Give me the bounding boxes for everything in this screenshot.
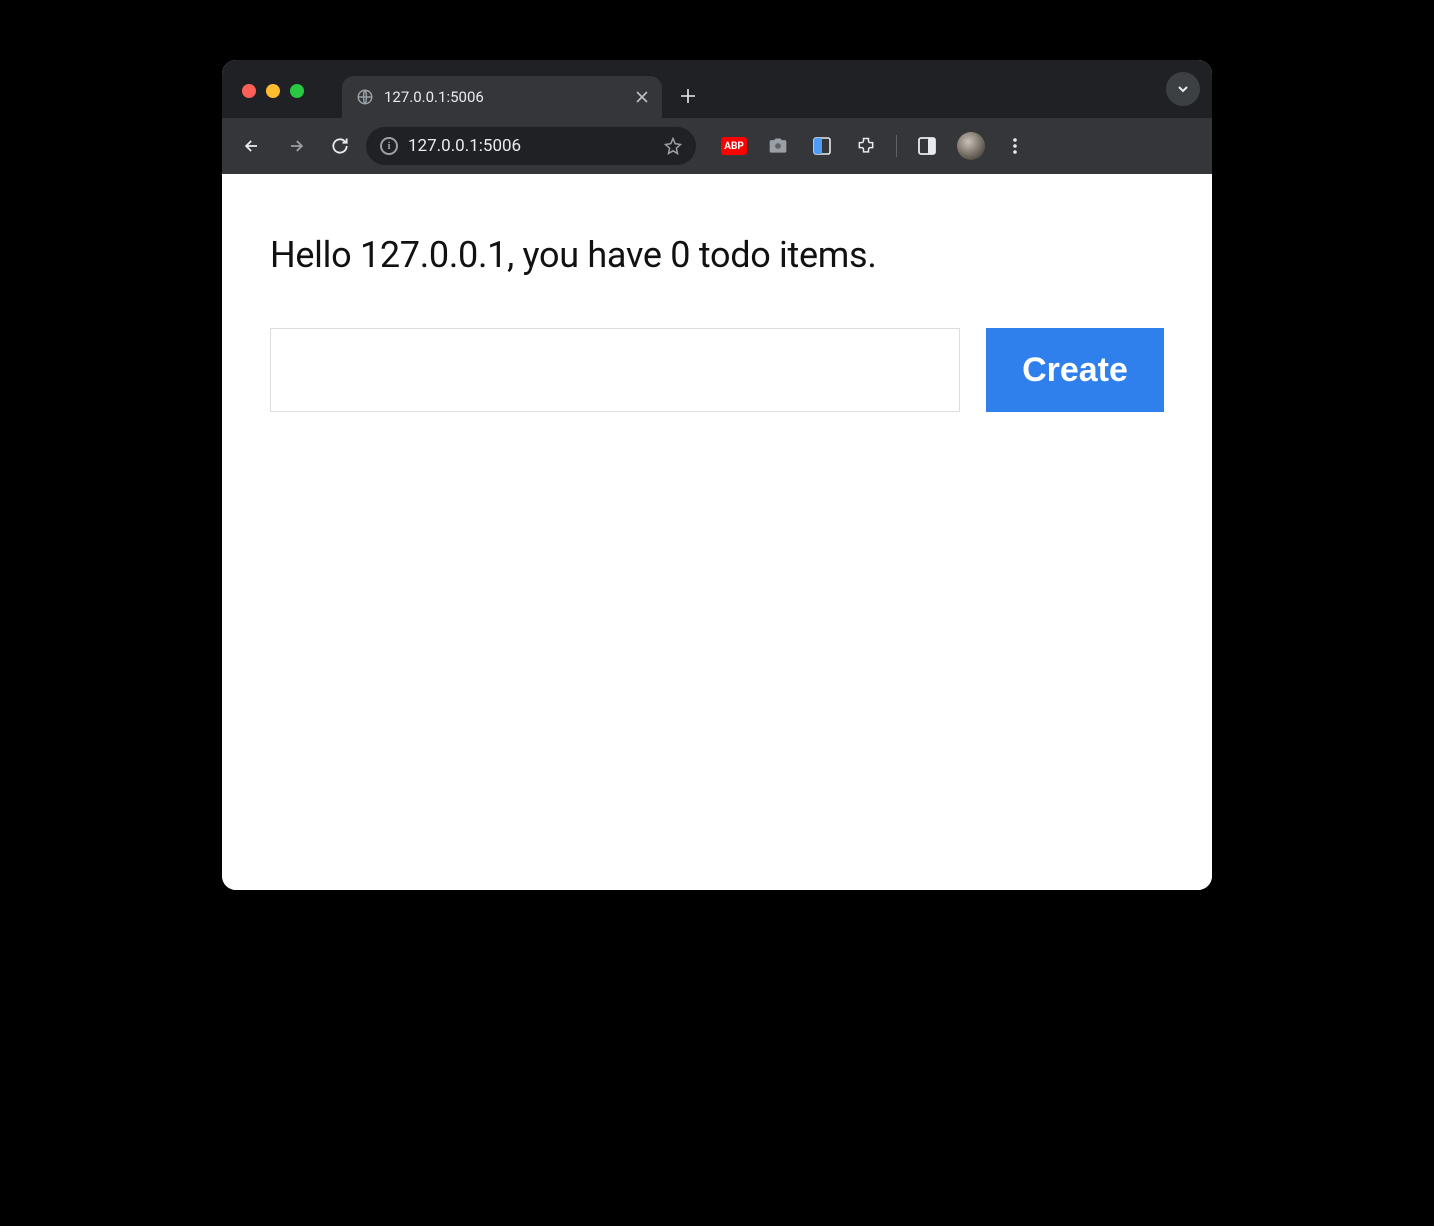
- todo-input[interactable]: [270, 328, 960, 412]
- window-controls: [242, 84, 304, 98]
- bookmark-star-icon[interactable]: [664, 137, 682, 155]
- close-tab-icon[interactable]: [636, 91, 648, 103]
- globe-icon: [356, 88, 374, 106]
- toolbar-divider: [896, 135, 897, 157]
- page-heading: Hello 127.0.0.1, you have 0 todo items.: [270, 234, 1164, 276]
- extensions-menu-button[interactable]: [848, 128, 884, 164]
- forward-button[interactable]: [278, 128, 314, 164]
- extension-adblock[interactable]: ABP: [716, 128, 752, 164]
- create-button[interactable]: Create: [986, 328, 1164, 412]
- minimize-window-button[interactable]: [266, 84, 280, 98]
- close-window-button[interactable]: [242, 84, 256, 98]
- avatar-icon: [957, 132, 985, 160]
- site-info-icon[interactable]: i: [380, 137, 398, 155]
- new-tab-button[interactable]: [672, 80, 704, 112]
- tab-search-button[interactable]: [1166, 72, 1200, 106]
- browser-window: 127.0.0.1:5006: [222, 60, 1212, 890]
- tab-strip: 127.0.0.1:5006: [222, 60, 1212, 118]
- profile-avatar[interactable]: [953, 128, 989, 164]
- todo-create-form: Create: [270, 328, 1164, 412]
- browser-menu-button[interactable]: [997, 128, 1033, 164]
- url-text: 127.0.0.1:5006: [408, 136, 654, 156]
- side-panel-button[interactable]: [909, 128, 945, 164]
- tab-title: 127.0.0.1:5006: [384, 88, 626, 106]
- address-bar[interactable]: i 127.0.0.1:5006: [366, 127, 696, 165]
- browser-toolbar: i 127.0.0.1:5006 ABP: [222, 118, 1212, 174]
- maximize-window-button[interactable]: [290, 84, 304, 98]
- reload-button[interactable]: [322, 128, 358, 164]
- page-content: Hello 127.0.0.1, you have 0 todo items. …: [222, 174, 1212, 890]
- extension-camera[interactable]: [760, 128, 796, 164]
- browser-tab[interactable]: 127.0.0.1:5006: [342, 76, 662, 118]
- extension-panel[interactable]: [804, 128, 840, 164]
- abp-badge-icon: ABP: [721, 137, 747, 155]
- back-button[interactable]: [234, 128, 270, 164]
